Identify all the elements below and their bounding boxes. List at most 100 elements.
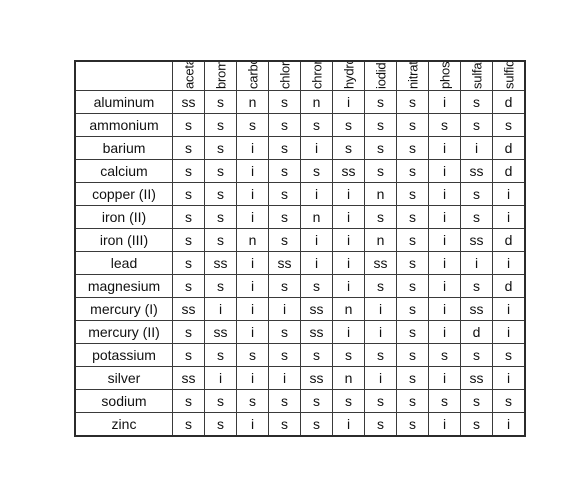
cell-14-2: i	[236, 412, 269, 437]
cell-14-9: s	[460, 412, 493, 437]
cell-7-1: ss	[204, 251, 237, 275]
cell-3-2: i	[236, 159, 269, 183]
cell-7-9: i	[460, 251, 493, 275]
cell-8-4: s	[300, 274, 333, 298]
table-corner-cell	[74, 60, 173, 91]
cell-1-7: s	[396, 113, 429, 137]
cell-8-6: s	[364, 274, 397, 298]
cell-9-1: i	[204, 297, 237, 321]
column-header-bromide: bromide	[204, 60, 237, 91]
cell-4-0: s	[172, 182, 205, 206]
cell-10-5: i	[332, 320, 365, 344]
cell-2-3: s	[268, 136, 301, 160]
cell-5-7: s	[396, 205, 429, 229]
cell-11-6: s	[364, 343, 397, 367]
table-row: ammonium s s s s s s s s s s s	[74, 113, 526, 137]
cell-0-7: s	[396, 90, 429, 114]
table-row: calcium s s i s s ss s s i ss d	[74, 159, 526, 183]
cell-9-8: i	[428, 297, 461, 321]
cell-9-3: i	[268, 297, 301, 321]
table-body: aluminum ss s n s n i s s i s d ammonium s s s s s s s s s s s b…	[74, 90, 526, 437]
cell-9-6: i	[364, 297, 397, 321]
column-header-hydroxide: hydroxide	[332, 60, 365, 91]
cell-12-8: i	[428, 366, 461, 390]
cell-12-5: n	[332, 366, 365, 390]
row-label-sodium: sodium	[74, 389, 173, 413]
cell-13-8: s	[428, 389, 461, 413]
cell-1-9: s	[460, 113, 493, 137]
column-header-clip: chromate	[302, 62, 332, 90]
cell-5-0: s	[172, 205, 205, 229]
cell-11-10: s	[492, 343, 526, 367]
cell-6-2: n	[236, 228, 269, 252]
table-row: lead s ss i ss i i ss s i i i	[74, 251, 526, 275]
cell-14-4: s	[300, 412, 333, 437]
column-header-label: hydroxide	[341, 62, 356, 89]
cell-4-1: s	[204, 182, 237, 206]
column-header-clip: carbonate	[238, 62, 268, 90]
cell-11-2: s	[236, 343, 269, 367]
row-label-ammonium: ammonium	[74, 113, 173, 137]
cell-9-0: ss	[172, 297, 205, 321]
cell-9-9: ss	[460, 297, 493, 321]
cell-12-2: i	[236, 366, 269, 390]
cell-11-4: s	[300, 343, 333, 367]
cell-3-8: i	[428, 159, 461, 183]
cell-5-3: s	[268, 205, 301, 229]
cell-9-5: n	[332, 297, 365, 321]
column-header-label: acetate	[181, 62, 196, 89]
cell-14-0: s	[172, 412, 205, 437]
cell-8-5: i	[332, 274, 365, 298]
cell-1-10: s	[492, 113, 526, 137]
cell-3-4: s	[300, 159, 333, 183]
cell-7-5: i	[332, 251, 365, 275]
column-header-clip: sulfate	[462, 62, 492, 90]
cell-4-2: i	[236, 182, 269, 206]
cell-9-2: i	[236, 297, 269, 321]
column-header-sulfate: sulfate	[460, 60, 493, 91]
cell-14-6: s	[364, 412, 397, 437]
cell-2-1: s	[204, 136, 237, 160]
cell-7-4: i	[300, 251, 333, 275]
table-row: mercury (I) ss i i i ss n i s i ss i	[74, 297, 526, 321]
column-header-label: iodide	[373, 62, 388, 89]
cell-11-9: s	[460, 343, 493, 367]
cell-7-3: ss	[268, 251, 301, 275]
column-header-clip: sulfide	[493, 62, 524, 90]
cell-13-5: s	[332, 389, 365, 413]
cell-6-1: s	[204, 228, 237, 252]
cell-2-9: i	[460, 136, 493, 160]
cell-14-5: i	[332, 412, 365, 437]
cell-13-9: s	[460, 389, 493, 413]
table-row: zinc s s i s s i s s i s i	[74, 412, 526, 437]
cell-2-10: d	[492, 136, 526, 160]
table-header: acetate bromide carbonate chloride chromate h…	[74, 60, 526, 91]
table-row: potassium s s s s s s s s s s s	[74, 343, 526, 367]
cell-0-3: s	[268, 90, 301, 114]
cell-9-7: s	[396, 297, 429, 321]
cell-7-0: s	[172, 251, 205, 275]
cell-10-3: s	[268, 320, 301, 344]
column-header-clip: nitrate	[398, 62, 428, 90]
cell-6-10: d	[492, 228, 526, 252]
cell-0-1: s	[204, 90, 237, 114]
column-header-label: chloride	[277, 62, 292, 89]
cell-6-4: i	[300, 228, 333, 252]
column-header-nitrate: nitrate	[396, 60, 429, 91]
column-header-clip: chloride	[270, 62, 300, 90]
cell-4-10: i	[492, 182, 526, 206]
cell-5-5: i	[332, 205, 365, 229]
cell-5-1: s	[204, 205, 237, 229]
cell-7-2: i	[236, 251, 269, 275]
table-row: copper (II) s s i s i i n s i s i	[74, 182, 526, 206]
cell-4-5: i	[332, 182, 365, 206]
row-label-magnesium: magnesium	[74, 274, 173, 298]
cell-8-2: i	[236, 274, 269, 298]
cell-8-7: s	[396, 274, 429, 298]
table-row: iron (III) s s n s i i n s i ss d	[74, 228, 526, 252]
cell-3-7: s	[396, 159, 429, 183]
cell-13-7: s	[396, 389, 429, 413]
cell-2-7: s	[396, 136, 429, 160]
column-header-label: bromide	[213, 62, 228, 89]
cell-8-3: s	[268, 274, 301, 298]
